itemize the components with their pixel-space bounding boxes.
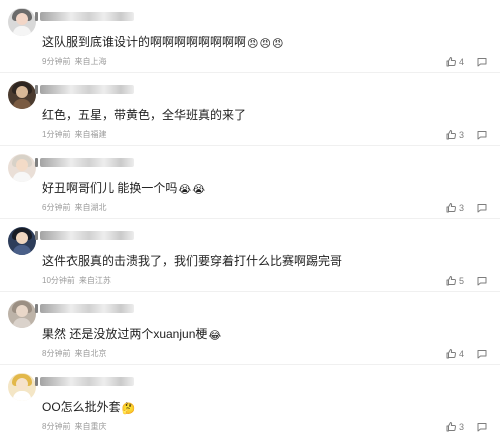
comment-icon [476, 348, 488, 360]
thumbs-up-icon [445, 348, 457, 360]
comment-meta: 8分钟前 来自重庆 [42, 422, 107, 431]
avatar[interactable] [8, 373, 36, 401]
comment-icon [476, 202, 488, 214]
comment-text: OO怎么批外套🤔 [42, 400, 136, 415]
comment-item: 红色，五星，带黄色，全华班真的来了 1分钟前 来自福建 3 [0, 73, 500, 146]
username[interactable] [35, 231, 134, 240]
avatar[interactable] [8, 227, 36, 255]
like-button[interactable]: 3 [445, 421, 464, 433]
like-button[interactable]: 4 [445, 56, 464, 68]
reply-button[interactable] [476, 348, 488, 360]
comment-text: 红色，五星，带黄色，全华班真的来了 [42, 108, 247, 122]
comment-meta: 8分钟前 来自北京 [42, 349, 107, 358]
reply-button[interactable] [476, 56, 488, 68]
like-button[interactable]: 5 [445, 275, 464, 287]
like-button[interactable]: 3 [445, 129, 464, 141]
like-count: 3 [458, 422, 464, 432]
avatar[interactable] [8, 8, 36, 36]
thumbs-up-icon [445, 129, 457, 141]
like-count: 3 [458, 130, 464, 140]
comment-icon [476, 129, 488, 141]
thumbs-up-icon [445, 202, 457, 214]
reply-button[interactable] [476, 275, 488, 287]
username[interactable] [35, 377, 134, 386]
like-count: 4 [458, 57, 464, 67]
comment-meta: 9分钟前 来自上海 [42, 57, 107, 66]
avatar[interactable] [8, 154, 36, 182]
comment-icon [476, 421, 488, 433]
comment-text: 这件衣服真的击溃我了，我们要穿着打什么比赛啊踢完哥 [42, 254, 343, 268]
avatar[interactable] [8, 300, 36, 328]
avatar[interactable] [8, 81, 36, 109]
like-count: 3 [458, 203, 464, 213]
like-count: 4 [458, 349, 464, 359]
comment-item: 这件衣服真的击溃我了，我们要穿着打什么比赛啊踢完哥 10分钟前 来自江苏 5 [0, 219, 500, 292]
username[interactable] [35, 304, 134, 313]
username[interactable] [35, 85, 134, 94]
thumbs-up-icon [445, 421, 457, 433]
comment-item: OO怎么批外套🤔 8分钟前 来自重庆 3 [0, 365, 500, 440]
comment-icon [476, 56, 488, 68]
like-button[interactable]: 4 [445, 348, 464, 360]
comment-item: 好丑啊哥们儿 能换一个吗😭😭 6分钟前 来自湖北 3 [0, 146, 500, 219]
comment-meta: 1分钟前 来自福建 [42, 130, 107, 139]
comment-item: 这队服到底谁设计的啊啊啊啊啊啊啊啊😠😠😠 9分钟前 来自上海 4 [0, 0, 500, 73]
reply-button[interactable] [476, 129, 488, 141]
comment-text: 好丑啊哥们儿 能换一个吗😭😭 [42, 181, 206, 196]
username[interactable] [35, 158, 134, 167]
thumbs-up-icon [445, 275, 457, 287]
comment-icon [476, 275, 488, 287]
username[interactable] [35, 12, 134, 21]
like-button[interactable]: 3 [445, 202, 464, 214]
thumbs-up-icon [445, 56, 457, 68]
comment-text: 果然 还是没放过两个xuanjun梗😂 [42, 327, 222, 342]
comment-feed: 这队服到底谁设计的啊啊啊啊啊啊啊啊😠😠😠 9分钟前 来自上海 4 红色，五星，带… [0, 0, 500, 440]
reply-button[interactable] [476, 202, 488, 214]
comment-meta: 10分钟前 来自江苏 [42, 276, 111, 285]
reply-button[interactable] [476, 421, 488, 433]
comment-text: 这队服到底谁设计的啊啊啊啊啊啊啊啊😠😠😠 [42, 35, 284, 50]
comment-meta: 6分钟前 来自湖北 [42, 203, 107, 212]
like-count: 5 [458, 276, 464, 286]
comment-item: 果然 还是没放过两个xuanjun梗😂 8分钟前 来自北京 4 [0, 292, 500, 365]
